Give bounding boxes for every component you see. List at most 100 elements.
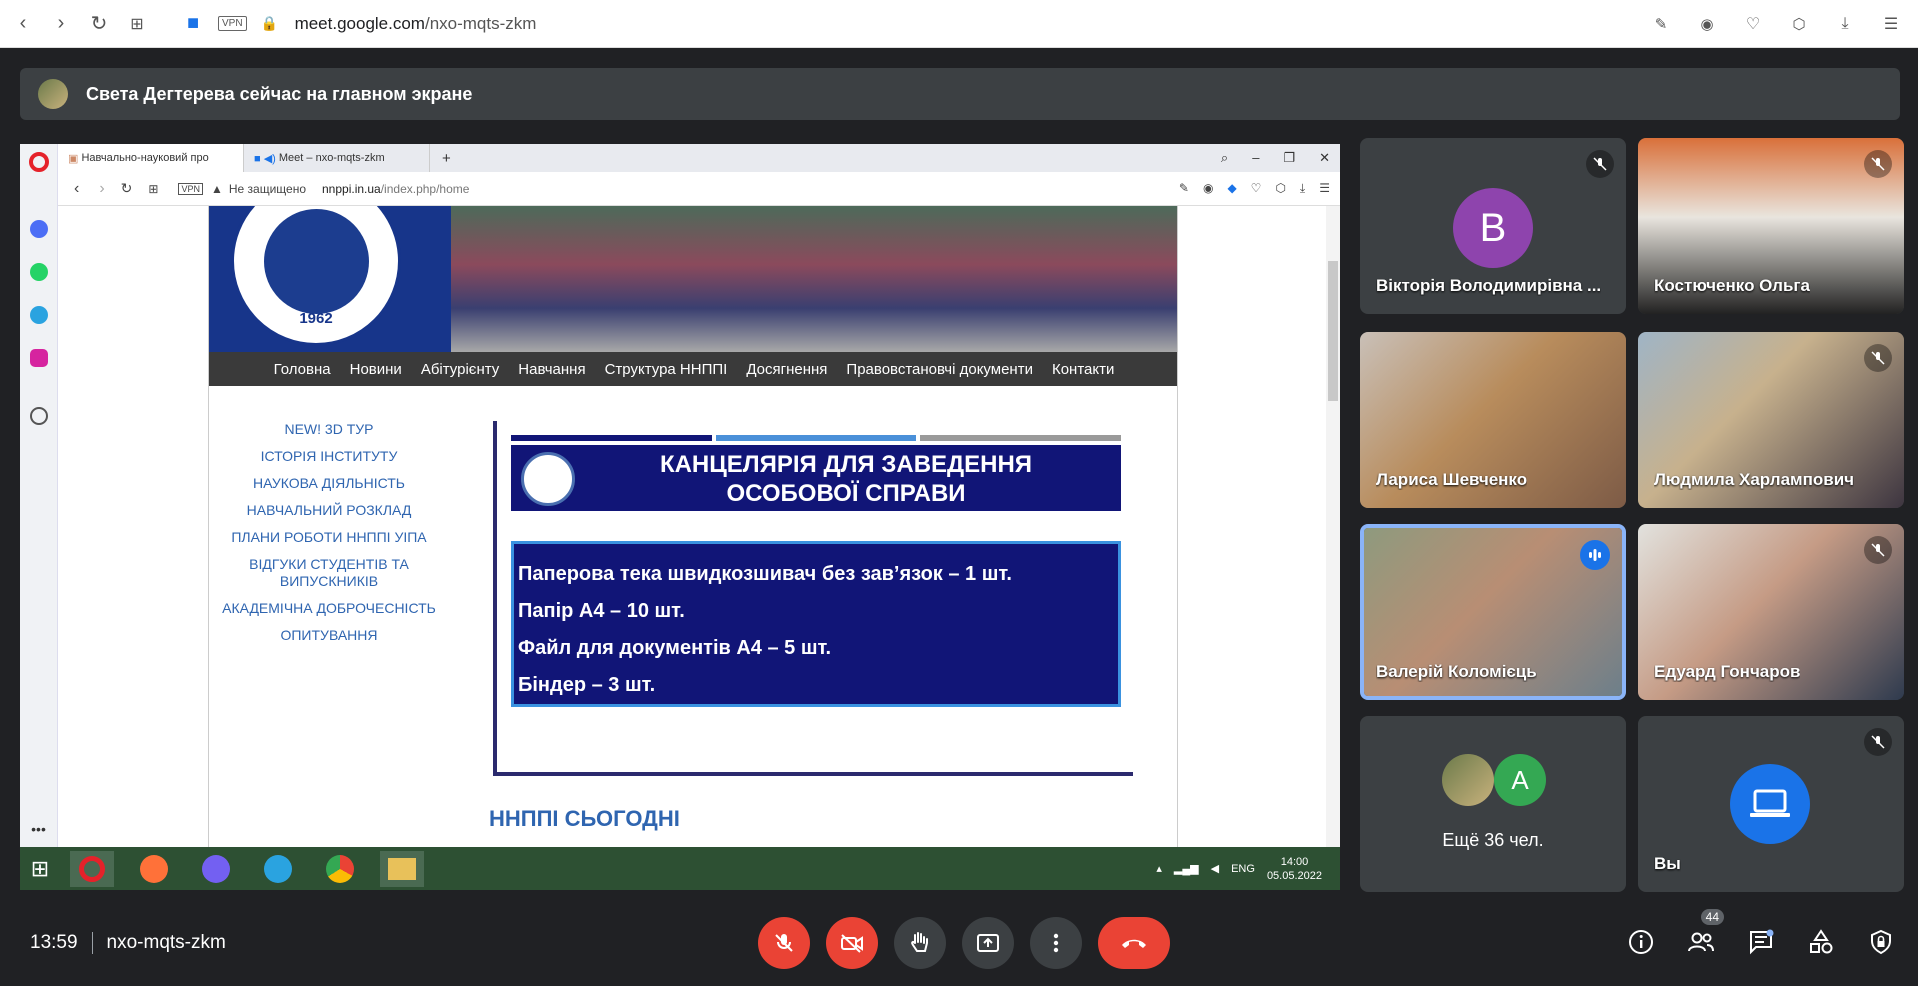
institute-seal — [521, 452, 575, 506]
back-icon[interactable]: ‹ — [74, 180, 79, 198]
side-nav-link[interactable]: НАВЧАЛЬНИЙ РОЗКЛАД — [219, 497, 439, 524]
participant-tile[interactable]: Лариса Шевченко — [1360, 332, 1626, 508]
vpn-badge[interactable]: VPN — [178, 182, 203, 195]
grid-icon[interactable]: ⊞ — [122, 9, 152, 39]
side-nav-link[interactable]: NEW! 3D ТУР — [219, 416, 439, 443]
chat-button[interactable] — [1744, 925, 1778, 959]
side-nav-link[interactable]: АКАДЕМІЧНА ДОБРОЧЕСНІСТЬ — [219, 595, 439, 622]
lock-icon[interactable]: 🔒 — [255, 9, 285, 39]
player-icon[interactable] — [29, 407, 48, 425]
telegram-icon[interactable] — [29, 306, 48, 324]
menu-icon[interactable]: ☰ — [1319, 181, 1330, 196]
file-explorer-icon[interactable] — [380, 850, 424, 887]
host-controls-button[interactable] — [1864, 925, 1898, 959]
network-icon[interactable]: ▂▄▆ — [1174, 862, 1199, 875]
telegram-icon[interactable] — [256, 851, 300, 887]
institute-logo: 1962 — [231, 206, 401, 346]
camera-toggle-button[interactable] — [826, 917, 878, 969]
presenter-banner: Света Дегтерева сейчас на главном экране — [20, 68, 1900, 120]
restore-icon[interactable]: ❐ — [1283, 150, 1295, 166]
menu-item[interactable]: Контакти — [1052, 361, 1114, 378]
minimize-icon[interactable]: – — [1252, 150, 1259, 166]
windows-start-icon[interactable]: ⊞ — [20, 851, 60, 887]
forward-icon[interactable]: › — [46, 9, 76, 39]
menu-item[interactable]: Досягнення — [746, 361, 827, 378]
download-icon[interactable]: ⤓ — [1300, 181, 1305, 196]
participant-tile[interactable]: Едуард Гончаров — [1638, 524, 1904, 700]
notice-panel: КАНЦЕЛЯРІЯ ДЛЯ ЗАВЕДЕННЯ ОСОБОВОЇ СПРАВИ… — [493, 421, 1133, 776]
menu-item[interactable]: Головна — [274, 361, 331, 378]
tray-arrow-icon[interactable]: ▴ — [1156, 862, 1162, 875]
mic-off-icon — [1586, 150, 1614, 178]
new-tab-icon[interactable]: + — [430, 150, 463, 167]
menu-item[interactable]: Абітурієнту — [421, 361, 499, 378]
more-participants-tile[interactable]: A Ещё 36 чел. — [1360, 716, 1626, 892]
reload-icon[interactable]: ↻ — [84, 9, 114, 39]
security-label[interactable]: Не защищено — [229, 182, 306, 196]
url[interactable]: nnppi.in.ua/index.php/home — [322, 182, 469, 196]
opera-taskbar-icon[interactable] — [70, 850, 114, 887]
snapshot-icon[interactable]: ◉ — [1692, 9, 1722, 39]
chrome-icon[interactable] — [318, 851, 362, 887]
cube-icon[interactable]: ⬡ — [1784, 9, 1814, 39]
edit-icon[interactable]: ✎ — [1179, 181, 1189, 196]
whatsapp-icon[interactable] — [29, 263, 48, 281]
side-nav-link[interactable]: ОПИТУВАННЯ — [219, 622, 439, 649]
people-button[interactable]: 44 — [1684, 909, 1724, 959]
raise-hand-button[interactable] — [894, 917, 946, 969]
heart-icon[interactable]: ♡ — [1738, 9, 1768, 39]
edit-icon[interactable]: ✎ — [1646, 9, 1676, 39]
participant-tile[interactable]: Людмила Харлампович — [1638, 332, 1904, 508]
more-icon[interactable]: ••• — [20, 821, 57, 837]
participant-tile-speaking[interactable]: Валерій Коломієць — [1360, 524, 1626, 700]
back-icon[interactable]: ‹ — [8, 9, 38, 39]
url-host: nnppi.in.ua — [322, 181, 381, 196]
mic-toggle-button[interactable] — [758, 917, 810, 969]
close-icon[interactable]: ✕ — [1319, 150, 1330, 166]
taskbar-clock[interactable]: 14:00 05.05.2022 — [1267, 855, 1322, 883]
taskbar-date: 05.05.2022 — [1266, 869, 1322, 882]
present-screen-button[interactable] — [962, 917, 1014, 969]
menu-item[interactable]: Новини — [350, 361, 402, 378]
menu-item[interactable]: Правовстановчі документи — [846, 361, 1033, 378]
heart-icon[interactable]: ♡ — [1251, 181, 1262, 196]
volume-icon[interactable]: ◀ — [1211, 862, 1219, 875]
meet-controls-bar: 13:59 nxo-mqts-zkm 44 — [0, 900, 1918, 986]
side-nav-link[interactable]: ІСТОРІЯ ІНСТИТУТУ — [219, 443, 439, 470]
shield-icon[interactable]: ◆ — [1227, 181, 1236, 196]
messenger-icon[interactable] — [29, 220, 48, 238]
menu-item[interactable]: Навчання — [518, 361, 585, 378]
search-icon[interactable]: ⌕ — [1221, 150, 1228, 166]
meeting-details-button[interactable] — [1624, 925, 1658, 959]
participant-name: Людмила Харлампович — [1654, 470, 1855, 489]
menu-icon[interactable]: ☰ — [1876, 9, 1906, 39]
forward-icon[interactable]: › — [99, 180, 104, 198]
language-indicator[interactable]: ENG — [1231, 863, 1255, 875]
vpn-badge[interactable]: VPN — [218, 16, 247, 31]
tab-nnppi[interactable]: ▣ Навчально-науковий про — [58, 144, 244, 172]
more-options-button[interactable] — [1030, 917, 1082, 969]
firefox-icon[interactable] — [132, 851, 176, 887]
tab-meet[interactable]: ■ ◀) Meet – nxo-mqts-zkm — [244, 144, 430, 172]
website: 1962 Головна Новини Абітурієнту Навчання… — [208, 206, 1178, 847]
participant-tile[interactable]: В Вікторія Володимирівна ... — [1360, 138, 1626, 314]
self-tile[interactable]: Вы — [1638, 716, 1904, 892]
address-bar[interactable]: meet.google.com/nxo-mqts-zkm — [295, 14, 537, 34]
reload-icon[interactable]: ↻ — [121, 180, 133, 197]
opera-logo-icon[interactable] — [28, 152, 49, 172]
side-nav-link[interactable]: ВІДГУКИ СТУДЕНТІВ ТА ВИПУСКНИКІВ — [219, 551, 439, 595]
viber-icon[interactable] — [194, 851, 238, 887]
instagram-icon[interactable] — [29, 349, 48, 367]
page-scrollbar[interactable] — [1326, 206, 1340, 847]
activities-button[interactable] — [1804, 925, 1838, 959]
grid-icon[interactable]: ⊞ — [148, 182, 158, 196]
snapshot-icon[interactable]: ◉ — [1203, 181, 1213, 196]
side-nav-link[interactable]: НАУКОВА ДІЯЛЬНІСТЬ — [219, 470, 439, 497]
menu-item[interactable]: Структура ННППІ — [605, 361, 728, 378]
more-vert-icon — [1053, 933, 1059, 953]
cube-icon[interactable]: ⬡ — [1275, 181, 1285, 196]
participant-tile[interactable]: Костюченко Ольга — [1638, 138, 1904, 314]
download-icon[interactable]: ⤓ — [1830, 9, 1860, 39]
side-nav-link[interactable]: ПЛАНИ РОБОТИ ННППІ УІПА — [219, 524, 439, 551]
leave-call-button[interactable] — [1098, 917, 1170, 969]
